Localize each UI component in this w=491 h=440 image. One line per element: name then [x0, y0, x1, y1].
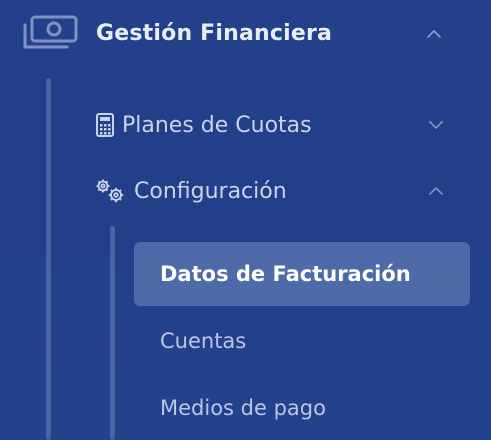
- sidebar-section-label: Gestión Financiera: [96, 20, 333, 46]
- chevron-up-icon[interactable]: [426, 26, 442, 42]
- calculator-icon: [94, 112, 116, 138]
- sidebar-subitem-label: Cuentas: [160, 329, 247, 353]
- money-icon: [22, 13, 80, 53]
- gears-icon: [94, 177, 128, 205]
- sidebar-section-gestion-financiera[interactable]: Gestión Financiera: [22, 10, 332, 56]
- tree-guide-line: [110, 226, 115, 440]
- sidebar-item-label: Planes de Cuotas: [122, 112, 312, 138]
- sidebar-item-planes-de-cuotas[interactable]: Planes de Cuotas: [94, 106, 312, 144]
- sidebar-subitem-medios-de-pago[interactable]: Medios de pago: [134, 376, 470, 440]
- sidebar-nav: Gestión Financiera Planes de Cuotas Conf…: [0, 0, 491, 440]
- sidebar-subitem-label: Datos de Facturación: [160, 262, 411, 286]
- sidebar-subitem-datos-de-facturacion[interactable]: Datos de Facturación: [134, 242, 470, 306]
- sidebar-item-configuracion[interactable]: Configuración: [94, 172, 287, 210]
- tree-guide-line: [46, 78, 51, 440]
- chevron-down-icon[interactable]: [428, 117, 444, 133]
- sidebar-subitem-label: Medios de pago: [160, 396, 326, 420]
- sidebar-item-label: Configuración: [134, 178, 287, 204]
- chevron-up-icon[interactable]: [428, 183, 444, 199]
- sidebar-subitem-cuentas[interactable]: Cuentas: [134, 309, 470, 373]
